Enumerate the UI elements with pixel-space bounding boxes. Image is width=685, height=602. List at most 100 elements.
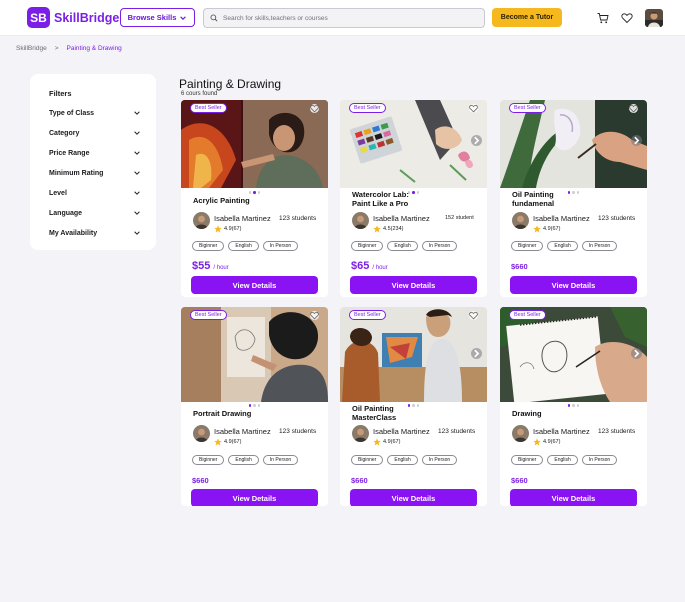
price-value: $660 xyxy=(192,476,209,485)
best-seller-badge: Best Seller xyxy=(190,103,227,113)
watercolor-photo-image xyxy=(340,100,487,188)
filter-my-availability[interactable]: My Availability xyxy=(49,228,141,238)
tutor-avatar xyxy=(512,425,529,442)
course-card[interactable]: Best Seller Oil Painting MasterClass Isa… xyxy=(340,307,487,506)
favorite-toggle[interactable] xyxy=(310,104,319,113)
price-unit: / hour xyxy=(213,265,229,271)
tutor-name[interactable]: Isabella Martinez xyxy=(533,214,590,223)
price-value: $65 xyxy=(351,260,370,272)
course-photo[interactable]: Best Seller xyxy=(340,307,487,402)
cart-icon[interactable] xyxy=(597,12,609,24)
user-avatar[interactable] xyxy=(645,9,663,27)
become-tutor-button[interactable]: Become a Tutor xyxy=(492,8,562,27)
chevron-down-icon xyxy=(134,231,140,235)
tutor-name[interactable]: Isabella Martinez xyxy=(373,427,430,436)
price-value: $660 xyxy=(351,476,368,485)
price-value: $660 xyxy=(511,476,528,485)
drawing-photo-image xyxy=(500,307,647,402)
carousel-dots[interactable] xyxy=(500,404,647,407)
course-card[interactable]: Best Seller Drawing Isabella Martinez 12… xyxy=(500,307,647,506)
search-bar[interactable] xyxy=(203,8,485,28)
student-count: 123 students xyxy=(279,428,317,435)
tutor-name[interactable]: Isabella Martinez xyxy=(533,427,590,436)
language-tag: English xyxy=(228,455,259,465)
top-navigation-bar: SB SkillBridge Browse Skills Become a Tu… xyxy=(0,0,685,36)
tutor-avatar xyxy=(352,212,369,229)
rating-value: 4.9(67) xyxy=(224,439,242,445)
tag-list: Biginner English In Person xyxy=(511,241,618,251)
star-icon xyxy=(373,438,381,446)
level-tag: Biginner xyxy=(351,455,384,465)
browse-skills-button[interactable]: Browse Skills xyxy=(120,8,195,27)
course-card[interactable]: Best Seller Oil Painting fundamenal Isab… xyxy=(500,100,647,297)
course-title[interactable]: Drawing xyxy=(512,409,637,418)
course-title[interactable]: Acrylic Painting xyxy=(193,196,318,205)
course-title[interactable]: Oil Painting MasterClass xyxy=(352,404,412,422)
course-photo[interactable]: Best Seller xyxy=(340,100,487,188)
course-card[interactable]: Best Seller Acrylic Painting Isabella Ma… xyxy=(181,100,328,297)
view-details-button[interactable]: View Details xyxy=(510,489,637,506)
next-image-arrow[interactable] xyxy=(471,348,482,359)
breadcrumb-separator: > xyxy=(54,45,59,52)
view-details-button[interactable]: View Details xyxy=(510,276,637,294)
price: $660 xyxy=(351,476,368,485)
heart-icon xyxy=(310,104,319,113)
favorite-toggle[interactable] xyxy=(629,104,638,113)
chevron-down-icon xyxy=(134,131,140,135)
next-image-arrow[interactable] xyxy=(631,135,642,146)
carousel-dots[interactable] xyxy=(181,191,328,194)
favorite-toggle[interactable] xyxy=(469,104,478,113)
favorite-toggle[interactable] xyxy=(310,311,319,320)
filter-language[interactable]: Language xyxy=(49,208,141,218)
chevron-down-icon xyxy=(134,171,140,175)
filter-minimum-rating[interactable]: Minimum Rating xyxy=(49,168,141,178)
chevron-down-icon xyxy=(134,111,140,115)
star-icon xyxy=(533,438,541,446)
brand-logo[interactable]: SB SkillBridge xyxy=(27,7,119,28)
portrait-drawing-photo-image xyxy=(181,307,328,402)
filter-type-of-class[interactable]: Type of Class xyxy=(49,108,141,118)
student-count: 123 students xyxy=(279,215,317,222)
filter-level[interactable]: Level xyxy=(49,188,141,198)
filter-category[interactable]: Category xyxy=(49,128,141,138)
best-seller-badge: Best Seller xyxy=(190,310,227,320)
best-seller-badge: Best Seller xyxy=(349,310,386,320)
filter-price-range[interactable]: Price Range xyxy=(49,148,141,158)
course-photo[interactable]: Best Seller xyxy=(500,100,647,188)
view-details-button[interactable]: View Details xyxy=(191,276,318,294)
course-title[interactable]: Portrait Drawing xyxy=(193,409,318,418)
tutor-name[interactable]: Isabella Martinez xyxy=(373,214,430,223)
course-card[interactable]: Best Seller Portrait Drawing Isabella Ma… xyxy=(181,307,328,506)
breadcrumb: SkillBridge > Painting & Drawing xyxy=(16,45,122,52)
best-seller-badge: Best Seller xyxy=(509,310,546,320)
tutor-name[interactable]: Isabella Martinez xyxy=(214,214,271,223)
course-photo[interactable]: Best Seller xyxy=(500,307,647,402)
course-card[interactable]: Best Seller Watercolor Lab: Paint Like a… xyxy=(340,100,487,297)
tutor-name[interactable]: Isabella Martinez xyxy=(214,427,271,436)
search-input[interactable] xyxy=(223,14,473,22)
favorite-toggle[interactable] xyxy=(469,311,478,320)
price: $660 xyxy=(511,262,528,271)
view-details-button[interactable]: View Details xyxy=(191,489,318,506)
favorites-heart-icon[interactable] xyxy=(621,12,633,24)
course-title[interactable]: Oil Painting fundamenal xyxy=(512,190,572,208)
view-details-button[interactable]: View Details xyxy=(350,276,477,294)
language-tag: English xyxy=(387,455,418,465)
filter-label: Price Range xyxy=(49,149,90,157)
student-count: 123 students xyxy=(598,215,636,222)
tag-list: Biginner English In Person xyxy=(192,241,299,251)
tutor-avatar xyxy=(512,212,529,229)
next-image-arrow[interactable] xyxy=(471,135,482,146)
breadcrumb-current: Painting & Drawing xyxy=(66,45,122,52)
breadcrumb-root[interactable]: SkillBridge xyxy=(16,45,47,52)
course-photo[interactable]: Best Seller xyxy=(181,100,328,188)
view-details-button[interactable]: View Details xyxy=(350,489,477,506)
filters-title: Filters xyxy=(49,89,72,98)
carousel-dots[interactable] xyxy=(181,404,328,407)
next-image-arrow[interactable] xyxy=(631,348,642,359)
course-photo[interactable]: Best Seller xyxy=(181,307,328,402)
course-title[interactable]: Watercolor Lab: Paint Like a Pro xyxy=(352,190,422,208)
browse-skills-label: Browse Skills xyxy=(127,13,177,22)
chevron-right-icon xyxy=(474,349,480,358)
level-tag: Biginner xyxy=(192,455,225,465)
